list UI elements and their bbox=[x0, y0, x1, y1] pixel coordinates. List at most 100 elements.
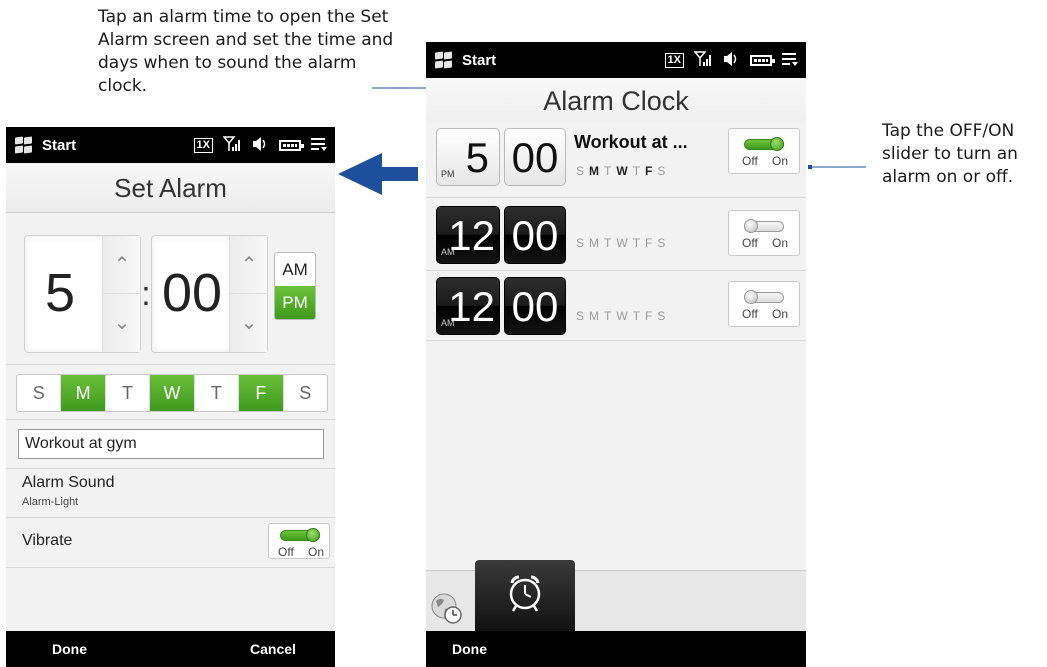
alarm-minute[interactable]: 00 bbox=[504, 206, 566, 264]
minute-value: 00 bbox=[161, 263, 223, 323]
alarm-minute-value: 00 bbox=[511, 134, 559, 181]
alarm-enable-toggle[interactable]: Off On bbox=[728, 210, 800, 256]
divider bbox=[6, 364, 335, 365]
alarm-day: S bbox=[657, 236, 666, 250]
alarm-hour-value: 12 bbox=[448, 212, 495, 259]
page-title: Set Alarm bbox=[6, 163, 335, 213]
alarm-clock-screen: Start 1X Alarm Clock PM 5 00 Workout at … bbox=[426, 42, 806, 667]
alarm-minute-value: 00 bbox=[511, 283, 559, 330]
start-label[interactable]: Start bbox=[462, 52, 665, 69]
alarm-day: M bbox=[589, 309, 600, 323]
alarm-day: S bbox=[576, 309, 585, 323]
alarm-sound-label[interactable]: Alarm Sound bbox=[22, 474, 115, 492]
day-tuesday[interactable]: T bbox=[106, 375, 151, 411]
softkey-bar: Done Cancel bbox=[6, 631, 335, 667]
toggle-off-label: Off bbox=[742, 236, 758, 250]
day-saturday[interactable]: S bbox=[284, 375, 327, 411]
alarm-day: F bbox=[645, 309, 653, 323]
alarm-day: T bbox=[632, 309, 641, 323]
page-title: Alarm Clock bbox=[426, 78, 806, 122]
divider bbox=[6, 468, 335, 469]
signal-icon[interactable] bbox=[222, 135, 241, 155]
alarm-minute[interactable]: 00 bbox=[504, 128, 566, 186]
alarm-hour[interactable]: AM 12 bbox=[436, 277, 500, 335]
alarm-description-input[interactable] bbox=[18, 429, 324, 459]
alarm-day: M bbox=[589, 164, 600, 178]
softkey-bar: Done bbox=[426, 631, 806, 667]
alarm-day: S bbox=[657, 309, 666, 323]
alarm-row[interactable]: AM 12 00 S M T W T F S Off On bbox=[426, 200, 806, 272]
battery-icon[interactable] bbox=[750, 54, 775, 66]
day-monday[interactable]: M bbox=[61, 375, 106, 411]
am-pm-selector[interactable]: AM PM bbox=[274, 252, 316, 320]
toggle-knob[interactable] bbox=[744, 219, 758, 233]
alarm-tab[interactable] bbox=[475, 560, 575, 632]
done-button[interactable]: Done bbox=[452, 641, 487, 657]
speaker-icon[interactable] bbox=[251, 136, 269, 155]
divider bbox=[426, 340, 806, 341]
alarm-day: T bbox=[632, 236, 641, 250]
pm-option[interactable]: PM bbox=[275, 286, 315, 319]
toggle-knob[interactable] bbox=[770, 137, 784, 151]
menu-icon[interactable] bbox=[311, 137, 327, 154]
alarm-row[interactable]: AM 12 00 S M T W T F S Off On bbox=[426, 271, 806, 343]
start-label[interactable]: Start bbox=[42, 137, 194, 154]
alarm-name: Workout at ... bbox=[574, 132, 688, 152]
done-button[interactable]: Done bbox=[52, 641, 87, 657]
windows-logo-icon[interactable] bbox=[434, 51, 454, 69]
minute-picker[interactable]: 00 ⌃ ⌄ bbox=[151, 235, 268, 353]
menu-icon[interactable] bbox=[782, 52, 798, 69]
alarm-day: T bbox=[604, 309, 612, 323]
alarm-hour-value: 5 bbox=[465, 134, 489, 181]
alarm-day: M bbox=[589, 236, 600, 250]
toggle-knob[interactable] bbox=[744, 290, 758, 304]
alarm-enable-toggle[interactable]: Off On bbox=[728, 281, 800, 327]
toggle-on-label: On bbox=[771, 154, 788, 168]
alarm-sound-value[interactable]: Alarm-Light bbox=[22, 496, 78, 508]
speaker-icon[interactable] bbox=[722, 51, 740, 70]
alarm-enable-toggle[interactable]: Off On bbox=[728, 128, 800, 174]
alarm-hour[interactable]: PM 5 bbox=[436, 128, 500, 186]
vibrate-label: Vibrate bbox=[22, 532, 73, 549]
callout-toggle-instructions: Tap the OFF/ON slider to turn an alarm o… bbox=[882, 121, 1018, 187]
alarm-day: S bbox=[576, 164, 585, 178]
minute-down-icon[interactable]: ⌄ bbox=[230, 294, 268, 352]
day-wednesday[interactable]: W bbox=[150, 375, 195, 411]
hour-down-icon[interactable]: ⌄ bbox=[103, 294, 141, 352]
hour-picker[interactable]: 5 ⌃ ⌄ bbox=[24, 235, 141, 353]
alarm-clock-icon bbox=[509, 575, 541, 612]
signal-icon[interactable] bbox=[693, 50, 712, 70]
am-option[interactable]: AM bbox=[275, 253, 315, 286]
divider bbox=[6, 567, 335, 568]
toggle-off-label: Off bbox=[278, 545, 294, 559]
day-thursday[interactable]: T bbox=[195, 375, 240, 411]
day-friday[interactable]: F bbox=[239, 375, 284, 411]
alarm-row[interactable]: PM 5 00 Workout at ... S M T W T F S Off… bbox=[426, 122, 806, 194]
toggle-knob[interactable] bbox=[306, 528, 320, 542]
toggle-on-label: On bbox=[771, 236, 788, 250]
alarm-day: F bbox=[645, 164, 653, 178]
hour-up-icon[interactable]: ⌃ bbox=[103, 236, 141, 294]
time-separator: : bbox=[141, 275, 151, 313]
callout-set-alarm-instructions: Tap an alarm time to open the Set Alarm … bbox=[98, 7, 394, 96]
divider bbox=[426, 197, 806, 198]
minute-up-icon[interactable]: ⌃ bbox=[230, 236, 268, 294]
status-bar: Start 1X bbox=[426, 42, 806, 78]
battery-icon[interactable] bbox=[279, 139, 304, 151]
alarm-hour-value: 12 bbox=[448, 283, 495, 330]
toggle-off-label: Off bbox=[742, 154, 758, 168]
network-1x-badge: 1X bbox=[664, 52, 684, 68]
alarm-minute[interactable]: 00 bbox=[504, 277, 566, 335]
alarm-hour[interactable]: AM 12 bbox=[436, 206, 500, 264]
set-alarm-screen: Start 1X Set Alarm 5 ⌃ ⌄ : 00 ⌃ ⌄ AM PM … bbox=[6, 127, 335, 667]
alarm-day: F bbox=[645, 236, 653, 250]
alarm-day: T bbox=[604, 236, 612, 250]
alarm-day: T bbox=[604, 164, 612, 178]
cancel-button[interactable]: Cancel bbox=[250, 641, 296, 657]
day-selector: S M T W T F S bbox=[16, 374, 328, 412]
world-clock-tab-icon[interactable] bbox=[430, 591, 464, 625]
divider bbox=[6, 419, 335, 420]
windows-logo-icon[interactable] bbox=[14, 136, 34, 154]
vibrate-toggle[interactable]: Off On bbox=[268, 523, 330, 559]
day-sunday[interactable]: S bbox=[17, 375, 62, 411]
